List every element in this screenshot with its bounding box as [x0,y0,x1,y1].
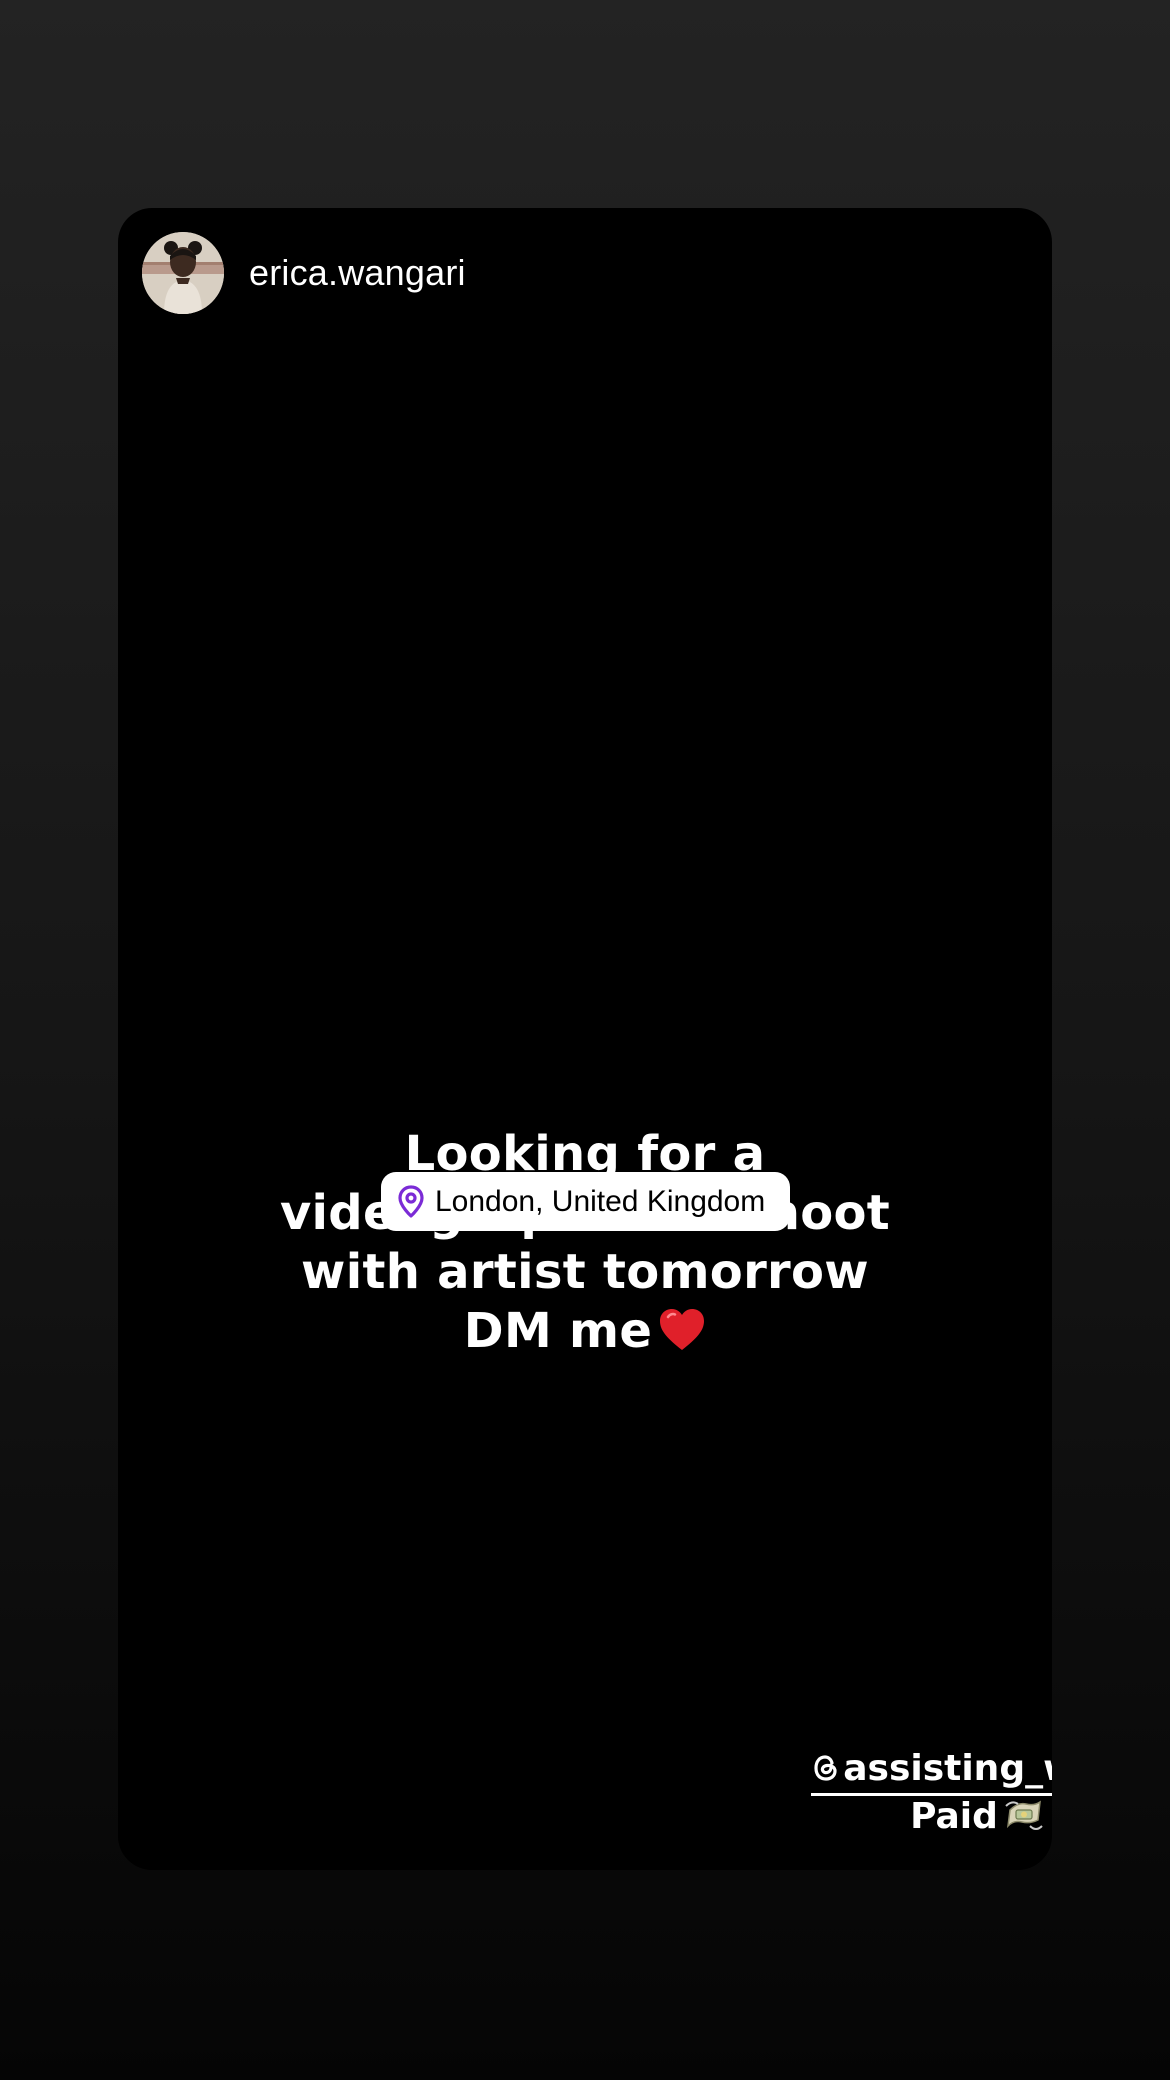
paid-line: Paid [677,1796,1052,1844]
location-pin-icon [398,1184,424,1218]
username[interactable]: erica.wangari [249,252,466,294]
caption-line-4-text: DM me [463,1303,653,1359]
story-caption: Looking for a videographer to shoot with… [118,1125,1052,1367]
mention-link[interactable]: assisting_work [811,1749,1052,1796]
location-label: London, United Kingdom [435,1184,766,1218]
profile-photo [142,232,224,314]
location-sticker[interactable]: London, United Kingdom [381,1172,790,1231]
avatar[interactable] [142,232,224,314]
story-header: erica.wangari [142,232,466,314]
caption-line-3: with artist tomorrow [301,1244,869,1300]
mention-handle: assisting_work [843,1748,1052,1789]
red-heart-icon [658,1307,706,1367]
threads-logo-icon [811,1752,841,1793]
mention-block: assisting_work Paid [677,1748,1052,1844]
caption-line-4: DM me [118,1302,1052,1367]
paid-text: Paid [910,1796,998,1837]
story-card[interactable]: erica.wangari Looking for a videographer… [118,208,1052,1870]
money-with-wings-icon [1004,1798,1044,1844]
